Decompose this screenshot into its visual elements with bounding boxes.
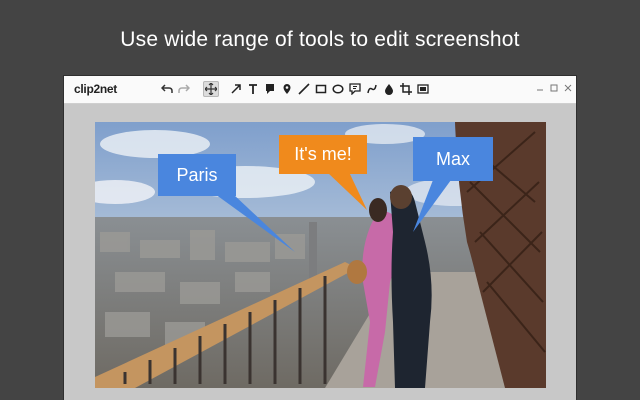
callout-label: It's me! xyxy=(294,144,352,164)
resize-icon[interactable] xyxy=(415,81,431,97)
editor-window: clip2net Paris It's me! Max xyxy=(64,76,576,400)
rectangle-icon[interactable] xyxy=(313,81,329,97)
close-icon[interactable] xyxy=(562,82,574,94)
numbered-callout-icon[interactable] xyxy=(347,81,363,97)
marker-icon[interactable] xyxy=(279,81,295,97)
toolbar: clip2net xyxy=(64,76,576,104)
line-icon[interactable] xyxy=(296,81,312,97)
blur-icon[interactable] xyxy=(381,81,397,97)
text-icon[interactable] xyxy=(245,81,261,97)
arrow-icon[interactable] xyxy=(228,81,244,97)
callout-label: Paris xyxy=(176,164,218,185)
redo-icon[interactable] xyxy=(176,81,192,97)
callout-label: Max xyxy=(435,148,470,169)
maximize-icon[interactable] xyxy=(548,82,560,94)
callout-icon[interactable] xyxy=(262,81,278,97)
undo-icon[interactable] xyxy=(159,81,175,97)
crop-icon[interactable] xyxy=(398,81,414,97)
app-logo: clip2net xyxy=(74,82,117,96)
headline: Use wide range of tools to edit screensh… xyxy=(120,28,520,51)
minimize-icon[interactable] xyxy=(534,82,546,94)
callout-its-me[interactable]: It's me! xyxy=(279,135,367,174)
screenshot-canvas[interactable]: Paris It's me! Max xyxy=(95,122,546,388)
pencil-icon[interactable] xyxy=(364,81,380,97)
callout-max[interactable]: Max xyxy=(413,137,493,181)
ellipse-icon[interactable] xyxy=(330,81,346,97)
move-icon[interactable] xyxy=(203,81,219,97)
callout-paris[interactable]: Paris xyxy=(158,154,236,196)
